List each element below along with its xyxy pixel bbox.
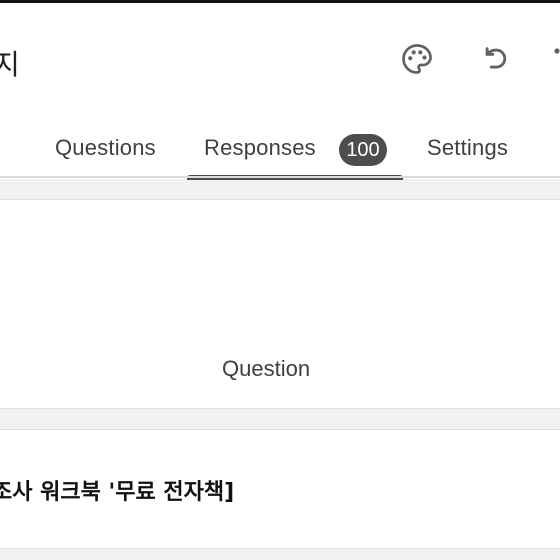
app-header: 지 Questions Responses 100 Settings	[0, 3, 560, 180]
more-vert-icon[interactable]	[552, 45, 560, 75]
tab-settings[interactable]: Settings	[427, 135, 508, 161]
undo-icon[interactable]	[480, 43, 514, 77]
responses-count-badge: 100	[339, 134, 387, 166]
tab-bar: Questions Responses 100 Settings	[0, 121, 560, 180]
header-divider	[0, 176, 560, 178]
tab-responses[interactable]: Responses	[204, 135, 316, 161]
form-header-title: 지	[0, 48, 20, 81]
tab-questions[interactable]: Questions	[55, 135, 156, 161]
palette-icon[interactable]	[399, 41, 435, 77]
form-title: 조사 워크북 '무료 전자책]	[0, 480, 235, 505]
form-title-card: 조사 워크북 '무료 전자책]	[0, 429, 560, 549]
question-summary-card: Question	[0, 199, 560, 409]
question-toggle[interactable]: Question	[222, 356, 310, 382]
